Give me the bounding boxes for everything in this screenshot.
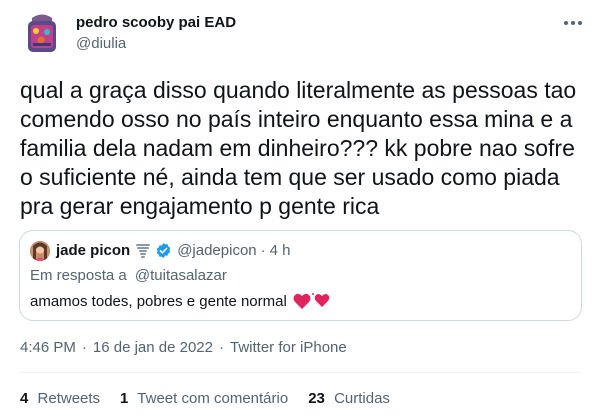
- two-hearts-icon: [293, 291, 331, 311]
- author-avatar[interactable]: [18, 8, 66, 56]
- quoted-text: amamos todes, pobres e gente normal: [30, 292, 287, 310]
- retweets-label: Retweets: [37, 390, 101, 407]
- likes-label: Curtidas: [334, 390, 390, 407]
- quoted-reply-context: Em resposta a @tuitasalazar: [30, 267, 227, 284]
- reply-prefix: Em resposta a: [30, 267, 127, 284]
- author-display-name[interactable]: pedro scooby pai EAD: [76, 14, 236, 31]
- more-icon[interactable]: [559, 12, 587, 34]
- retweets-count: 4: [20, 390, 29, 407]
- tweet: pedro scooby pai EAD @diulia qual a graç…: [0, 0, 598, 415]
- quote-tweets-count: 1: [120, 390, 129, 407]
- tweet-source[interactable]: Twitter for iPhone: [230, 339, 347, 356]
- divider: [20, 372, 580, 373]
- quoted-separator: ·: [260, 242, 266, 259]
- quoted-display-name[interactable]: jade picon: [56, 242, 130, 259]
- tweet-meta: 4:46 PM · 16 de jan de 2022 · Twitter fo…: [20, 339, 347, 356]
- quoted-time[interactable]: 4 h: [270, 242, 291, 259]
- tweet-date[interactable]: 16 de jan de 2022: [93, 339, 213, 356]
- likes-stat[interactable]: 23 Curtidas: [308, 390, 390, 407]
- quoted-tweet-text: amamos todes, pobres e gente normal: [30, 291, 331, 311]
- tweet-text: qual a graça disso quando literalmente a…: [20, 77, 577, 219]
- tweet-stats: 4 Retweets 1 Tweet com comentário 23 Cur…: [20, 390, 410, 407]
- likes-count: 23: [308, 390, 325, 407]
- tweet-time[interactable]: 4:46 PM: [20, 339, 76, 356]
- tornado-icon: [135, 243, 151, 259]
- retweets-stat[interactable]: 4 Retweets: [20, 390, 100, 407]
- quote-tweets-label: Tweet com comentário: [137, 390, 289, 407]
- quoted-tweet[interactable]: jade picon @jadepicon · 4 h Em resposta …: [19, 230, 582, 321]
- meta-separator: ·: [81, 339, 87, 356]
- author-handle[interactable]: @diulia: [76, 35, 126, 52]
- quoted-author-avatar[interactable]: [30, 241, 50, 261]
- quoted-handle[interactable]: @jadepicon: [177, 242, 256, 259]
- reply-mention[interactable]: @tuitasalazar: [135, 267, 227, 284]
- quoted-tweet-header: jade picon @jadepicon · 4 h: [56, 242, 291, 259]
- quote-tweets-stat[interactable]: 1 Tweet com comentário: [120, 390, 288, 407]
- verified-badge-icon: [155, 242, 172, 259]
- meta-separator: ·: [219, 339, 224, 356]
